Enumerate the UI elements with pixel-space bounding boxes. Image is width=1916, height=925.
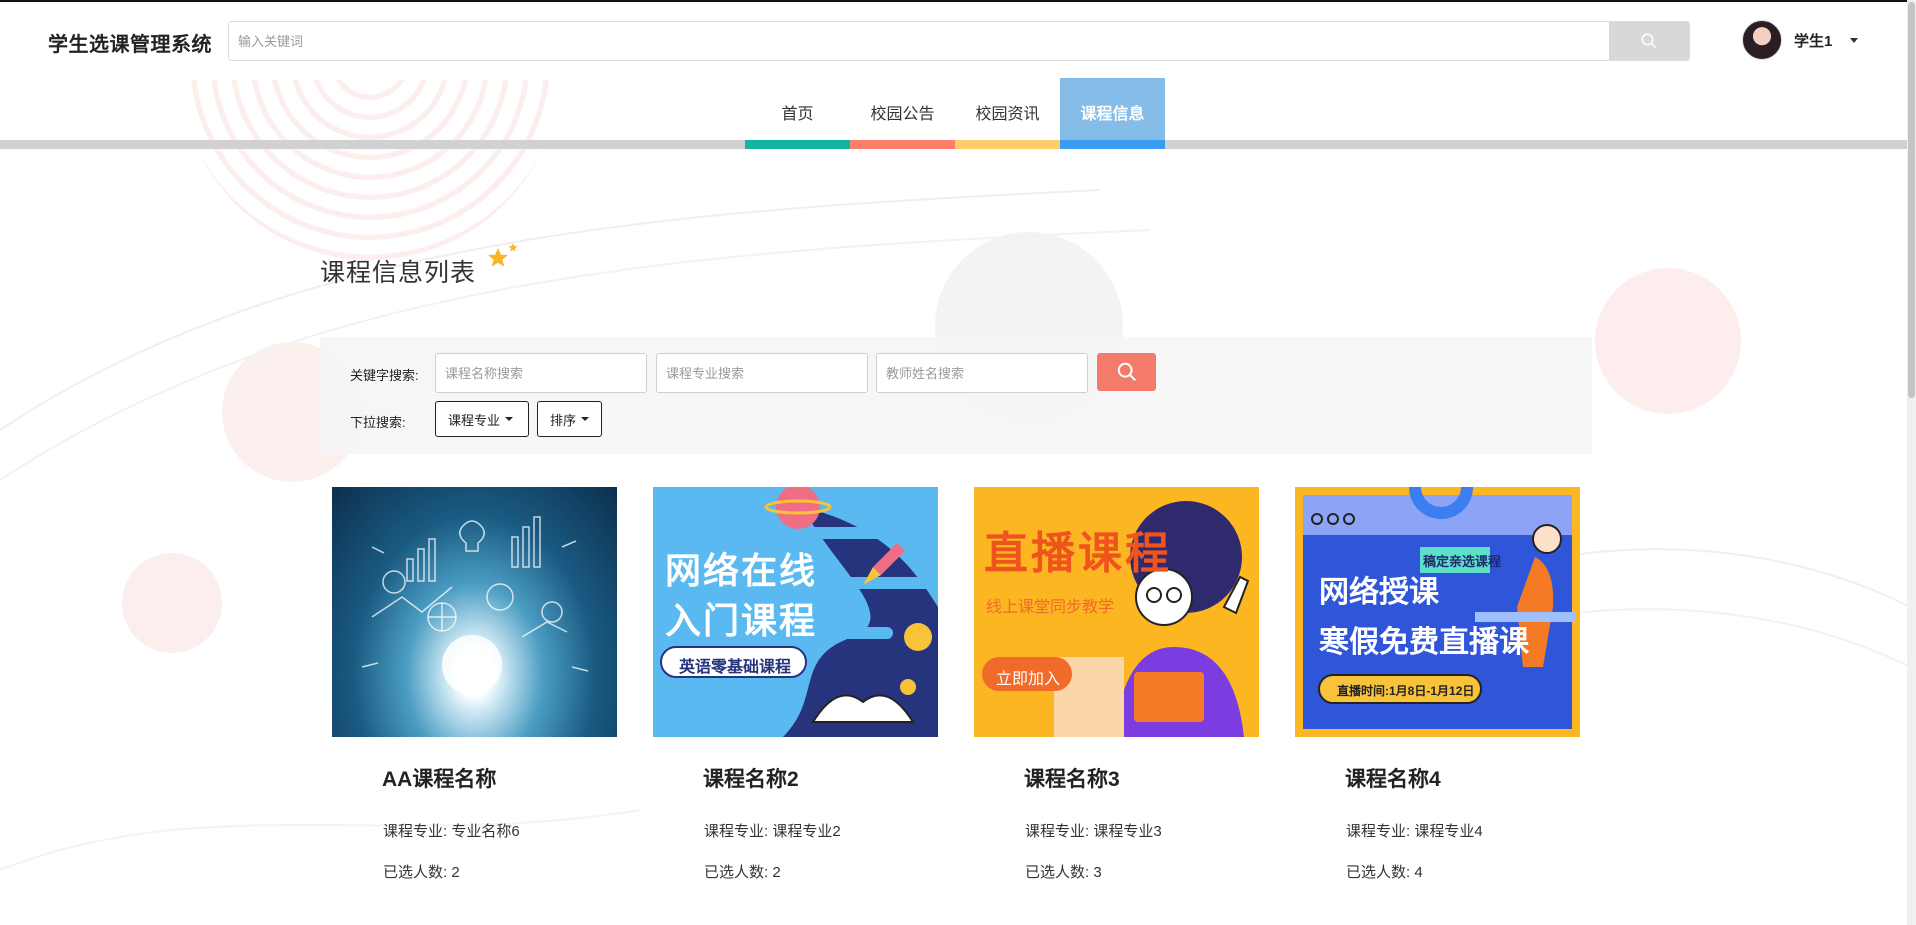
decor-circle-rings [180,60,560,260]
course-selected-count: 已选人数: 2 [704,864,781,881]
course-card[interactable]: AA课程名称 课程专业: 专业名称6 已选人数: 2 [332,487,617,925]
nav-color-bar [955,140,1060,149]
course-image[interactable] [332,487,617,737]
teacher-name-search-input[interactable] [876,353,1088,393]
nav-label: 课程信息 [1080,106,1145,123]
nav-label: 校园资讯 [975,106,1040,123]
image-subtitle: 英语零基础课程 [679,659,792,676]
chevron-down-icon [581,417,589,421]
avatar[interactable] [1742,20,1782,60]
course-card[interactable]: 网络在线 入门课程 英语零基础课程 课程名称2 课程专业: 课程专业2 已选人数… [653,487,938,925]
image-heading-line1: 网络授课 [1319,576,1439,609]
nav-label: 校园公告 [870,106,935,123]
decor-circle-pink-right [1595,268,1741,414]
global-search [228,21,1690,61]
filter-search-button[interactable] [1097,353,1156,391]
course-name[interactable]: 课程名称2 [703,763,799,793]
course-image[interactable]: 直播课程 线上课堂同步教学 立即加入 [974,487,1259,737]
main-nav: 首页 校园公告 校园资讯 课程信息 [745,78,1165,149]
global-search-input[interactable] [229,22,1609,60]
decor-circle-pink-small [122,553,222,653]
course-major-search-input[interactable] [656,353,868,393]
nav-color-bar [850,140,955,149]
nav-item-announcements[interactable]: 校园公告 [850,78,955,149]
course-major: 课程专业: 专业名称6 [383,823,520,840]
lightbulb-icon [361,516,589,695]
image-heading-line2: 入门课程 [665,600,818,641]
nav-color-bar [1060,140,1165,149]
course-selected-count: 已选人数: 3 [1025,864,1102,881]
image-tag: 稿定亲选课程 [1423,554,1502,569]
major-dropdown-label: 课程专业 [448,412,501,428]
nav-item-news[interactable]: 校园资讯 [955,78,1060,149]
image-heading: 直播课程 [984,529,1172,578]
dropdown-search-label: 下拉搜索: [350,415,406,430]
course-major: 课程专业: 课程专业4 [1346,823,1483,840]
page-scrollbar[interactable] [1907,0,1916,925]
nav-item-courses[interactable]: 课程信息 [1060,78,1165,149]
top-header: 学生选课管理系统 学生1 [0,0,1916,80]
image-heading-line1: 网络在线 [665,550,818,591]
global-search-button[interactable] [1609,22,1689,60]
search-icon [1117,362,1136,381]
course-image[interactable]: 网络授课 寒假免费直播课 稿定亲选课程 直播时间:1月8日-1月12日 [1295,487,1580,737]
sort-dropdown[interactable]: 排序 [537,401,602,437]
nav-item-home[interactable]: 首页 [745,78,850,149]
user-name[interactable]: 学生1 [1794,30,1832,51]
page-title: 课程信息列表 [320,259,477,287]
nav-label: 首页 [781,106,814,123]
nav-color-bar [745,140,850,149]
course-card[interactable]: 直播课程 线上课堂同步教学 立即加入 课程名称3 课程专业: 课程专业3 已选人… [974,487,1259,925]
user-menu[interactable]: 学生1 [1742,20,1859,60]
course-major: 课程专业: 课程专业3 [1025,823,1162,840]
star-icon [488,243,518,267]
course-selected-count: 已选人数: 2 [383,864,460,881]
course-name[interactable]: 课程名称4 [1345,763,1441,793]
course-name[interactable]: 课程名称3 [1024,763,1120,793]
image-heading-line2: 寒假免费直播课 [1319,626,1529,659]
online-class-illustration-icon [1303,487,1575,729]
image-schedule: 直播时间:1月8日-1月12日 [1337,684,1475,698]
course-card[interactable]: 网络授课 寒假免费直播课 稿定亲选课程 直播时间:1月8日-1月12日 课程名称… [1295,487,1580,925]
filter-panel: 关键字搜索: 下拉搜索: 课程专业 排序 [320,337,1592,454]
image-subtitle: 线上课堂同步教学 [986,599,1115,616]
decor-curves [0,189,1916,871]
major-dropdown[interactable]: 课程专业 [435,401,529,437]
course-major: 课程专业: 课程专业2 [704,823,841,840]
chevron-down-icon[interactable] [1850,37,1859,43]
chevron-down-icon [505,417,514,421]
course-name-search-input[interactable] [435,353,647,393]
sort-dropdown-label: 排序 [550,412,577,428]
course-selected-count: 已选人数: 4 [1346,864,1423,881]
search-icon [1641,33,1657,49]
scrollbar-thumb[interactable] [1908,2,1915,398]
image-join-text: 立即加入 [996,671,1061,688]
course-image[interactable]: 网络在线 入门课程 英语零基础课程 [653,487,938,737]
course-name[interactable]: AA课程名称 [382,763,496,793]
site-brand[interactable]: 学生选课管理系统 [48,28,212,57]
keyword-search-label: 关键字搜索: [350,368,419,383]
